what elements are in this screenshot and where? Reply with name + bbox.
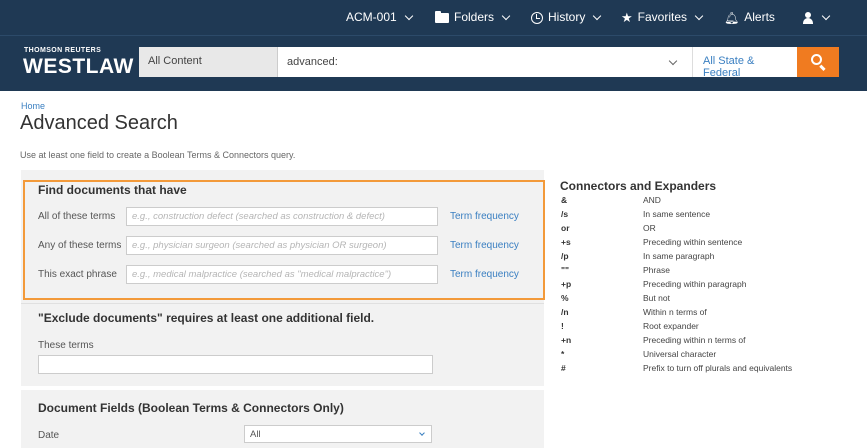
exact-phrase-input[interactable] — [126, 265, 438, 284]
global-search-input[interactable] — [278, 47, 692, 77]
connector-description: In same sentence — [643, 209, 711, 219]
folders-menu[interactable]: Folders — [435, 0, 511, 35]
find-documents-heading: Find documents that have — [38, 183, 187, 197]
date-select[interactable]: All — [244, 425, 432, 443]
connector-symbol: /p — [561, 251, 569, 261]
connector-symbol: or — [561, 223, 570, 233]
bell-icon: 🔔︎ — [724, 10, 740, 25]
date-label: Date — [38, 430, 60, 441]
exact-phrase-frequency-link[interactable]: Term frequency — [450, 269, 519, 280]
connector-symbol: +n — [561, 335, 572, 345]
page-title: Advanced Search — [20, 112, 178, 134]
history-clock-icon — [531, 11, 543, 24]
connector-description: But not — [643, 293, 670, 303]
chevron-down-icon — [501, 11, 511, 21]
favorites-label: Favorites — [637, 10, 688, 24]
client-id-label: ACM-001 — [346, 10, 397, 24]
connector-symbol: +p — [561, 279, 572, 289]
breadcrumb-home-link[interactable]: Home — [21, 101, 45, 111]
all-terms-label: All of these terms — [38, 211, 116, 222]
connector-description: Within n terms of — [643, 307, 707, 317]
any-terms-input[interactable] — [126, 236, 438, 255]
user-menu[interactable] — [802, 0, 831, 35]
date-select-value: All — [250, 429, 261, 440]
connectors-title: Connectors and Expanders — [560, 179, 717, 193]
logo-company-text: THOMSON REUTERS — [24, 47, 102, 54]
top-navigation-bar: ACM-001 Folders History ★ Favorites 🔔︎ A… — [0, 0, 867, 35]
connector-description: OR — [643, 223, 656, 233]
search-scope-selector[interactable]: All Content — [139, 47, 278, 77]
connector-description: Preceding within sentence — [643, 237, 743, 247]
chevron-down-icon — [694, 11, 704, 21]
user-icon — [802, 11, 814, 24]
connector-symbol: +s — [561, 237, 571, 247]
all-terms-frequency-link[interactable]: Term frequency — [450, 211, 519, 222]
connector-symbol: & — [561, 195, 568, 205]
exact-phrase-label: This exact phrase — [38, 269, 117, 280]
exclude-terms-input[interactable] — [38, 355, 433, 374]
instruction-text: Use at least one field to create a Boole… — [20, 150, 296, 160]
chevron-down-icon — [419, 430, 425, 436]
chevron-down-icon — [404, 11, 413, 21]
folder-icon — [435, 10, 449, 23]
exclude-terms-label: These terms — [38, 340, 94, 351]
alerts-label: Alerts — [744, 10, 775, 24]
connector-symbol: ! — [561, 321, 564, 331]
chevron-down-icon — [593, 11, 602, 21]
history-menu[interactable]: History — [531, 0, 602, 35]
any-terms-frequency-link[interactable]: Term frequency — [450, 240, 519, 251]
connector-symbol: * — [561, 349, 565, 359]
all-terms-input[interactable] — [126, 207, 438, 226]
connector-symbol: # — [561, 363, 566, 373]
connector-description: Preceding within paragraph — [643, 279, 747, 289]
connector-symbol: /s — [561, 209, 569, 219]
client-id-menu[interactable]: ACM-001 — [346, 0, 413, 35]
search-button[interactable] — [797, 47, 839, 77]
connector-description: Phrase — [643, 265, 670, 275]
document-fields-heading: Document Fields (Boolean Terms & Connect… — [38, 401, 344, 415]
connector-description: Prefix to turn off plurals and equivalen… — [643, 363, 793, 373]
connector-symbol: "" — [561, 265, 570, 275]
jurisdiction-selector[interactable]: All State & Federal — [692, 47, 797, 79]
any-terms-label: Any of these terms — [38, 240, 122, 251]
connector-description: Universal character — [643, 349, 717, 359]
exclude-documents-heading: "Exclude documents" requires at least on… — [38, 311, 375, 325]
alerts-link[interactable]: 🔔︎ Alerts — [724, 0, 775, 35]
search-icon — [811, 54, 822, 65]
history-label: History — [548, 10, 586, 24]
folders-label: Folders — [454, 10, 495, 24]
connector-description: Root expander — [643, 321, 699, 331]
section-divider — [21, 303, 544, 304]
star-icon: ★ — [621, 10, 633, 25]
connector-description: In same paragraph — [643, 251, 715, 261]
connector-description: Preceding within n terms of — [643, 335, 746, 345]
connector-symbol: /n — [561, 307, 569, 317]
connector-symbol: % — [561, 293, 569, 303]
header-band: THOMSON REUTERS WESTLAW All Content All … — [0, 35, 867, 91]
logo-product-text[interactable]: WESTLAW — [23, 55, 134, 79]
connector-description: AND — [643, 195, 661, 205]
favorites-menu[interactable]: ★ Favorites — [621, 0, 704, 35]
chevron-down-icon — [821, 11, 831, 21]
